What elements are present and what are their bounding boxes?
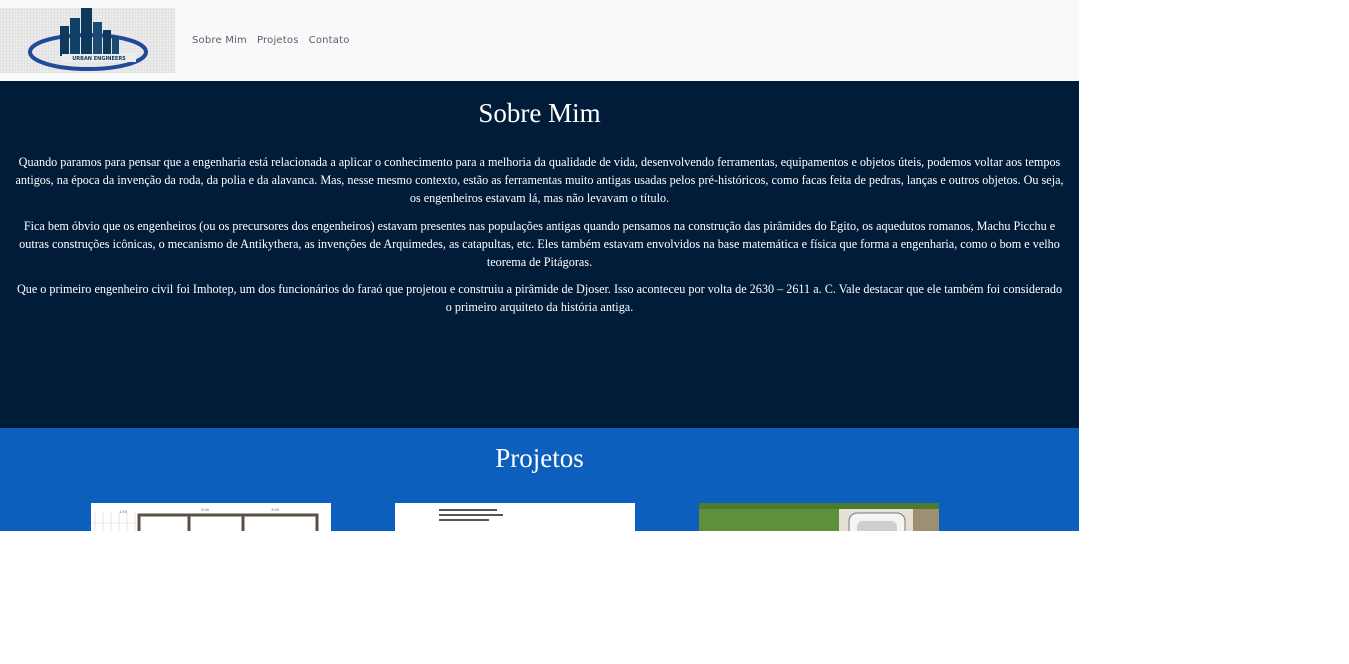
- logo-icon: URBAN ENGINEERS: [28, 8, 148, 71]
- projects-title: Projetos: [495, 443, 584, 473]
- about-section: Sobre Mim Quando paramos para pensar que…: [0, 81, 1079, 428]
- svg-text:1.50: 1.50: [119, 510, 127, 514]
- navbar: URBAN ENGINEERS Sobre Mim Projetos Conta…: [0, 0, 1079, 81]
- projects-section: Projetos 1.50 3.00 3.00: [0, 428, 1079, 531]
- floor-plan-image: QUARTO SUITE BANHEIRO BANHO: [395, 503, 635, 531]
- projects-gallery: COZINHA QUARTO QUARTO VARANDA SALÃO 1.50…: [0, 503, 1079, 531]
- nav-link-contato[interactable]: Contato: [304, 35, 355, 46]
- about-paragraph-2: Fica bem óbvio que os engenheiros (ou os…: [19, 218, 1060, 270]
- nav-menu: Sobre Mim Projetos Contato: [187, 35, 355, 46]
- project-thumbnail-3[interactable]: QUARTO 2 SUITE VARANDA: [699, 503, 939, 531]
- floor-plan-image: COZINHA QUARTO QUARTO VARANDA SALÃO 1.50…: [91, 503, 331, 531]
- page: URBAN ENGINEERS Sobre Mim Projetos Conta…: [0, 0, 1079, 531]
- floor-plan-image: QUARTO 2 SUITE VARANDA: [699, 503, 939, 531]
- about-paragraph-1: Quando paramos para pensar que a engenha…: [15, 155, 1064, 206]
- project-thumbnail-1[interactable]: COZINHA QUARTO QUARTO VARANDA SALÃO 1.50…: [91, 503, 331, 531]
- about-title: Sobre Mim: [478, 98, 601, 128]
- logo-text: URBAN ENGINEERS: [72, 56, 126, 62]
- nav-link-projetos[interactable]: Projetos: [252, 35, 304, 46]
- project-thumbnail-2[interactable]: QUARTO SUITE BANHEIRO BANHO: [395, 503, 635, 531]
- about-paragraph-3: Que o primeiro engenheiro civil foi Imho…: [16, 282, 1063, 315]
- svg-text:3.00: 3.00: [271, 508, 279, 512]
- brand-logo[interactable]: URBAN ENGINEERS: [0, 8, 175, 73]
- svg-text:3.00: 3.00: [201, 508, 209, 512]
- nav-link-sobre[interactable]: Sobre Mim: [187, 35, 252, 46]
